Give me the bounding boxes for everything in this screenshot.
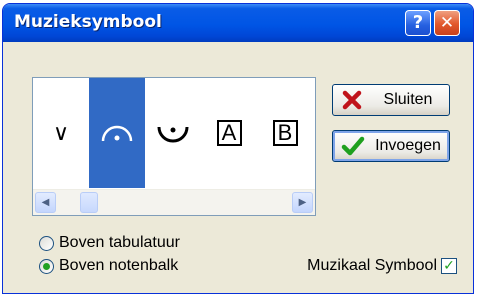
symbol-item-fermata-selected[interactable] xyxy=(89,78,145,188)
insert-button-label: Invoegen xyxy=(375,137,441,154)
radio-above-tab-circle[interactable] xyxy=(39,235,54,251)
musical-symbol-checkbox[interactable]: ✓ xyxy=(441,258,457,274)
help-button[interactable]: ? xyxy=(405,10,431,36)
boxed-a-icon: A xyxy=(216,120,242,146)
help-icon: ? xyxy=(412,12,424,33)
dialog-window: Muzieksymbool ? ✕ ∨ A B ◀ ▶ Sluiten Invo… xyxy=(2,3,474,294)
close-button[interactable]: Sluiten xyxy=(332,84,450,116)
musical-symbol-option[interactable]: Muzikaal Symbool ✓ xyxy=(307,255,457,277)
radio-above-staff-label: Boven notenbalk xyxy=(59,257,179,274)
arrow-right-icon: ▶ xyxy=(298,197,307,208)
radio-above-tab[interactable]: Boven tabulatuur xyxy=(39,232,180,254)
radio-above-staff[interactable]: Boven notenbalk xyxy=(39,255,178,277)
close-button-label: Sluiten xyxy=(383,91,433,108)
symbol-item-fermata-below[interactable] xyxy=(145,78,201,188)
close-window-button[interactable]: ✕ xyxy=(434,10,460,36)
radio-above-staff-circle[interactable] xyxy=(39,258,54,274)
scroll-thumb[interactable] xyxy=(80,192,98,213)
musical-symbol-label: Muzikaal Symbool xyxy=(307,257,437,274)
dialog-body: ∨ A B ◀ ▶ Sluiten Invoegen Boven tabulat… xyxy=(9,42,467,287)
title-bar[interactable]: Muzieksymbool ? ✕ xyxy=(3,4,473,42)
scroll-right-button[interactable]: ▶ xyxy=(292,192,313,213)
window-title: Muzieksymbool xyxy=(14,12,162,32)
red-x-icon xyxy=(342,90,362,110)
symbol-item-box-b[interactable]: B xyxy=(257,78,313,188)
fermata-below-icon xyxy=(157,126,189,143)
breath-mark-icon: ∨ xyxy=(52,120,70,146)
boxed-b-icon: B xyxy=(272,120,298,146)
fermata-icon xyxy=(101,125,133,142)
scroll-left-button[interactable]: ◀ xyxy=(35,192,56,213)
symbol-item-box-a[interactable]: A xyxy=(201,78,257,188)
close-icon: ✕ xyxy=(439,13,455,33)
radio-above-tab-label: Boven tabulatuur xyxy=(59,234,180,251)
symbol-item-breath[interactable]: ∨ xyxy=(33,78,89,188)
green-check-icon xyxy=(341,136,365,156)
symbol-list[interactable]: ∨ A B ◀ ▶ xyxy=(32,77,316,216)
arrow-left-icon: ◀ xyxy=(41,197,50,208)
horizontal-scrollbar[interactable]: ◀ ▶ xyxy=(33,189,315,215)
insert-button[interactable]: Invoegen xyxy=(332,130,450,162)
